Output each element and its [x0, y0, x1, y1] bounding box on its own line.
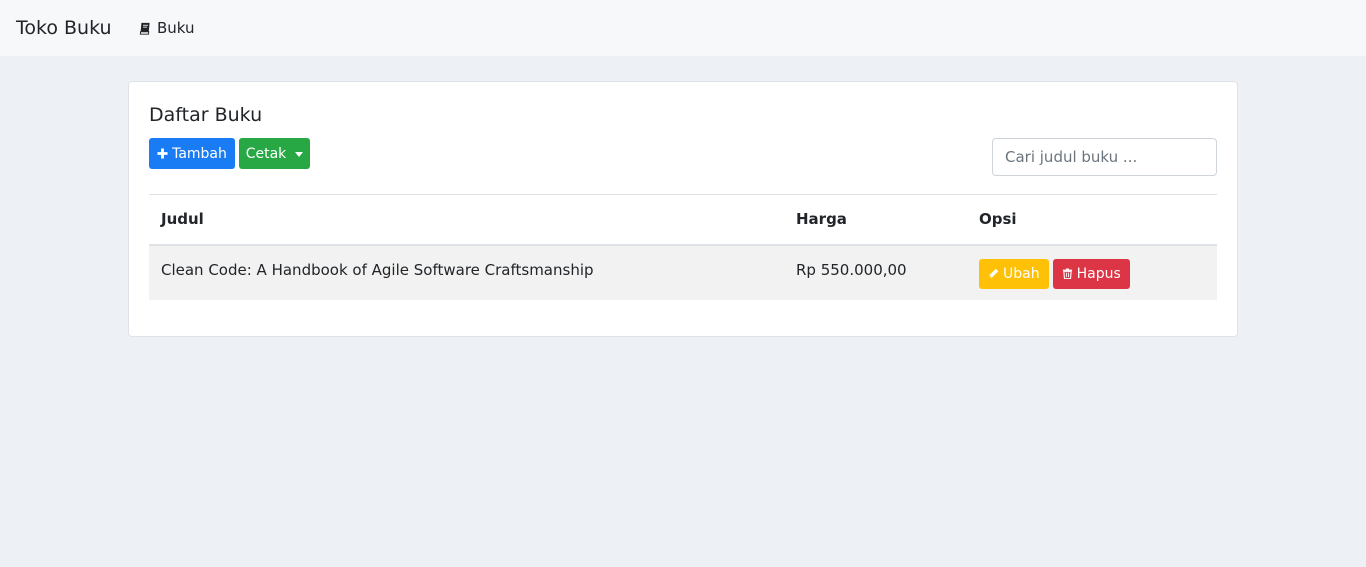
book-table: Judul Harga Opsi Clean Code: A Handbook …: [149, 194, 1217, 300]
cell-title: Clean Code: A Handbook of Agile Software…: [161, 260, 594, 279]
book-list-card: Daftar Buku Tambah Cetak Judul Harga Ops…: [128, 81, 1238, 337]
nav-item-buku[interactable]: Buku: [139, 18, 195, 38]
print-dropdown-button[interactable]: Cetak: [239, 138, 310, 169]
brand-title[interactable]: Toko Buku: [16, 15, 112, 41]
caret-down-icon: [295, 151, 304, 157]
cell-price: Rp 550.000,00: [796, 260, 907, 279]
add-book-button[interactable]: Tambah: [149, 138, 235, 169]
cell-options: Ubah Hapus: [967, 245, 1217, 300]
navbar: Toko Buku Buku: [0, 0, 1366, 56]
add-button-label: Tambah: [172, 145, 227, 162]
print-button-label: Cetak: [245, 145, 287, 162]
header-price: Harga: [784, 194, 967, 246]
table-header-row: Judul Harga Opsi: [149, 194, 1217, 246]
book-icon: [139, 22, 150, 35]
header-title: Judul: [149, 194, 784, 246]
header-options: Opsi: [967, 194, 1217, 246]
plus-icon: [157, 148, 168, 159]
delete-button[interactable]: Hapus: [1052, 258, 1130, 289]
search-input[interactable]: [992, 138, 1217, 176]
pencil-icon: [989, 268, 999, 278]
table-row: Clean Code: A Handbook of Agile Software…: [149, 244, 1217, 300]
delete-label: Hapus: [1076, 265, 1121, 282]
edit-label: Ubah: [1003, 265, 1040, 282]
edit-button[interactable]: Ubah: [979, 258, 1049, 289]
trash-icon: [1062, 268, 1072, 279]
nav-item-label: Buku: [157, 19, 195, 37]
page-title: Daftar Buku: [149, 104, 263, 126]
